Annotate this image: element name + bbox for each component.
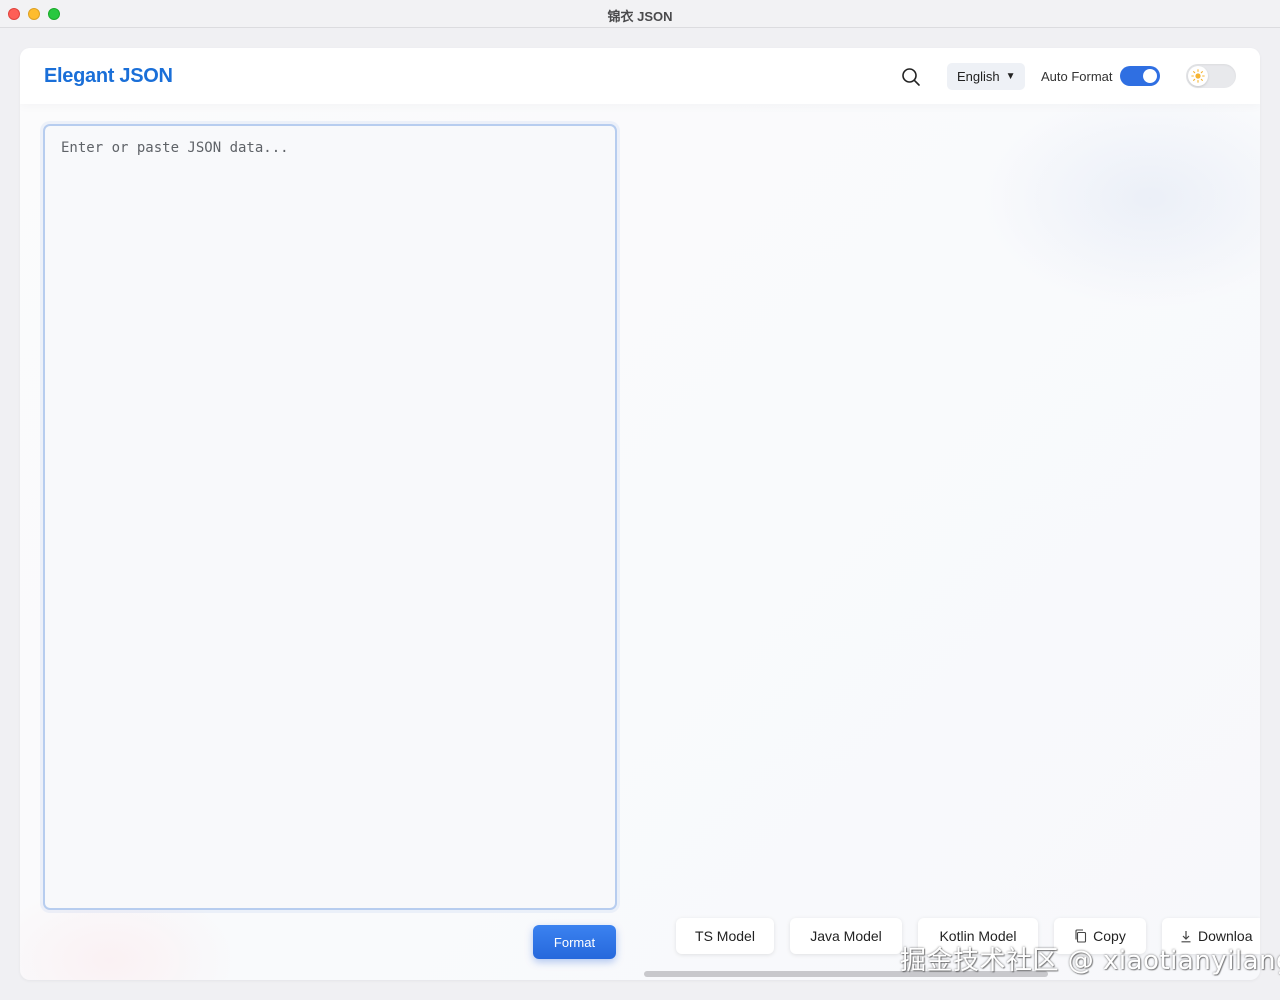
app-header: Elegant JSON English ▼ Auto Format [20,48,1260,104]
auto-format-toggle[interactable] [1120,66,1160,86]
search-icon [902,68,920,86]
format-button[interactable]: Format [533,925,616,959]
java-model-label: Java Model [810,928,882,944]
ts-model-button[interactable]: TS Model [676,918,774,954]
theme-toggle[interactable] [1186,64,1236,88]
window-title: 锦衣 JSON [607,9,673,24]
app-window: 锦衣 JSON Elegant JSON English ▼ Auto Form… [0,0,1280,1000]
title-bar: 锦衣 JSON [0,0,1280,28]
app-content: Elegant JSON English ▼ Auto Format Enter… [20,48,1260,980]
language-select-value: English [957,69,1000,84]
ts-model-label: TS Model [695,928,755,944]
caret-down-icon: ▼ [1005,71,1016,82]
java-model-button[interactable]: Java Model [790,918,902,954]
json-input[interactable] [43,124,617,910]
language-select[interactable]: English ▼ [947,63,1025,90]
brand-logo: Elegant JSON [44,65,173,87]
auto-format-label: Auto Format [1041,69,1113,84]
sun-icon [1191,69,1205,83]
theme-toggle-knob [1188,66,1208,86]
watermark-text: 掘金技术社区 @ xiaotianyilang [900,946,1280,976]
search-button[interactable] [900,66,922,88]
toggle-knob [1143,69,1157,83]
